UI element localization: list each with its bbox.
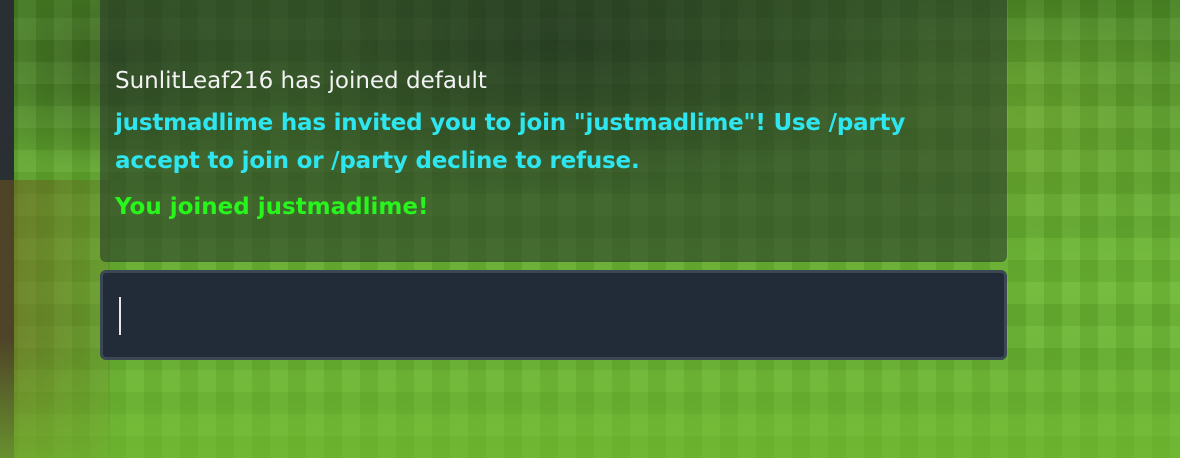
chat-log: SunlitLeaf216 has joined default justmad… bbox=[100, 0, 1007, 262]
text-caret bbox=[119, 297, 121, 335]
chat-message: SunlitLeaf216 has joined default bbox=[115, 68, 487, 94]
chat-input-field[interactable] bbox=[100, 270, 1007, 360]
chat-message-party-invite: justmadlime has invited you to join "jus… bbox=[115, 110, 906, 174]
game-scene: SunlitLeaf216 has joined default justmad… bbox=[0, 0, 1180, 458]
chat-message-party-joined: You joined justmadlime! bbox=[115, 194, 429, 220]
